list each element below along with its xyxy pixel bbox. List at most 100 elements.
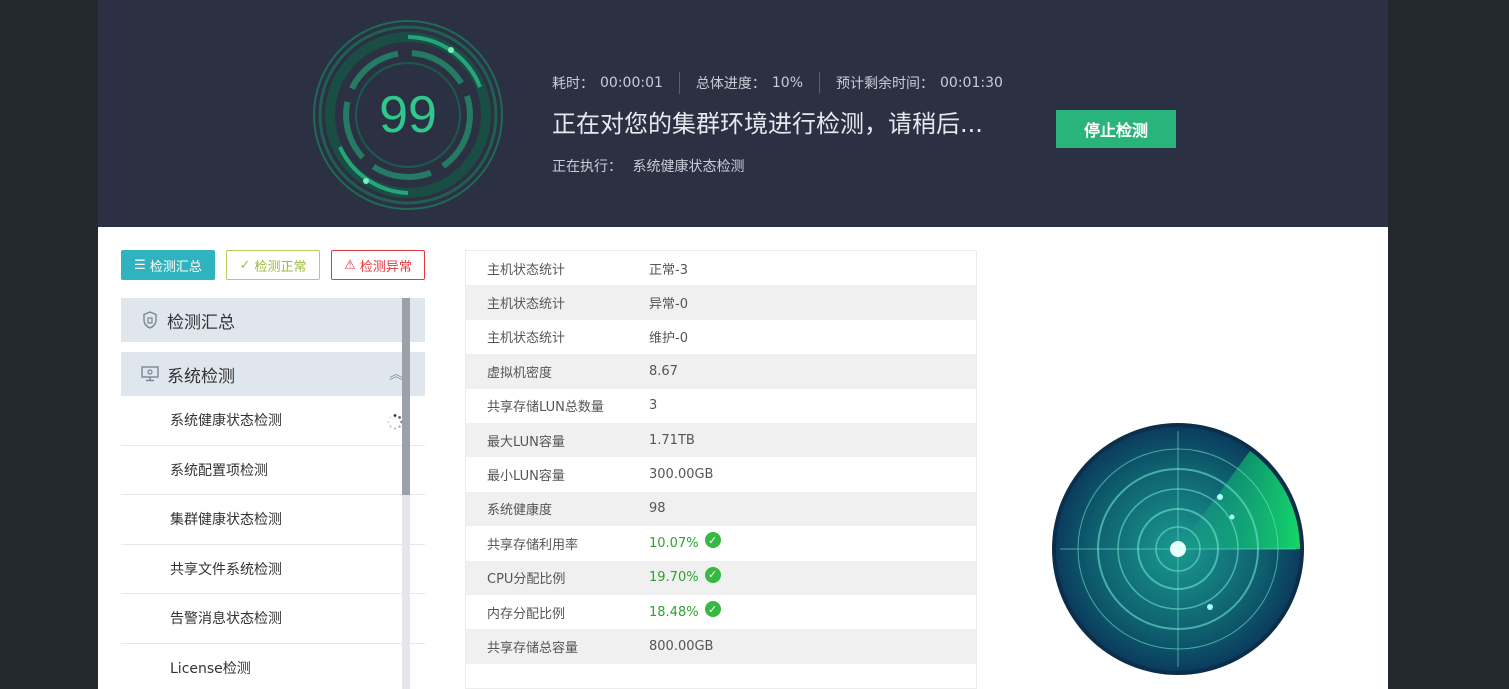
table-row: 主机状态统计 维护-0 — [466, 320, 976, 354]
row-label: 共享存储利用率 — [487, 537, 579, 553]
table-row: 主机状态统计 异常-0 — [466, 285, 976, 320]
check-circle-icon: ✓ — [239, 257, 251, 273]
nav-system[interactable]: 系统检测 ︽ — [121, 352, 425, 396]
row-label: CPU分配比例 — [487, 572, 566, 588]
row-value-text: 800.00GB — [649, 638, 714, 654]
remaining-value: 00:01:30 — [940, 75, 1003, 91]
row-label: 虚拟机密度 — [487, 365, 553, 381]
nav-item-license[interactable]: License检测 — [121, 644, 425, 689]
row-value-text: 维护-0 — [649, 331, 688, 347]
row-value-text: 300.00GB — [649, 467, 714, 483]
chevron-up-icon[interactable]: ︽ — [389, 364, 403, 384]
nav-item-alarm[interactable]: 告警消息状态检测 — [121, 594, 425, 644]
remaining-label: 预计剩余时间： — [836, 76, 935, 92]
progress-label: 总体进度： — [695, 76, 766, 92]
filter-summary-label: 检测汇总 — [149, 259, 202, 275]
row-label: 最大LUN容量 — [487, 434, 565, 450]
check-icon: ✓ — [704, 532, 721, 549]
row-value: 98 — [649, 501, 666, 516]
nav-item-label: 系统配置项检测 — [170, 462, 268, 479]
nav-item-filesystem[interactable]: 共享文件系统检测 — [121, 545, 425, 594]
row-label: 主机状态统计 — [487, 262, 566, 278]
row-value: 异常-0 — [649, 293, 688, 312]
shield-icon — [141, 311, 159, 329]
row-value-text: 98 — [649, 501, 666, 517]
filter-normal-label: 检测正常 — [254, 259, 307, 275]
elapsed-value: 00:00:01 — [600, 75, 663, 91]
table-row: 内存分配比例 18.48% ✓ — [466, 595, 976, 629]
running-status: 正在执行： 系统健康状态检测 — [552, 156, 744, 176]
row-value-text: 19.70% — [649, 570, 699, 586]
nav-item-cluster[interactable]: 集群健康状态检测 — [121, 495, 425, 545]
row-value: 10.07% ✓ — [649, 532, 721, 551]
nav-gap — [121, 342, 425, 352]
check-nav: 检测汇总 系统检测 ︽ 系统健康状态检测 系统配置项检测 集群健康状态检测 共享… — [121, 298, 425, 689]
stop-scan-button[interactable]: 停止检测 — [1056, 110, 1176, 148]
elapsed-label: 耗时： — [552, 76, 594, 92]
health-score: 99 — [379, 86, 437, 144]
nav-scrollbar-thumb[interactable] — [402, 298, 410, 495]
table-row: 系统健康度 98 — [466, 491, 976, 527]
list-icon: ☰ — [134, 257, 146, 273]
alert-bell-icon: ⚠ — [344, 257, 356, 273]
row-value-text: 18.48% — [649, 604, 699, 620]
row-label: 最小LUN容量 — [487, 469, 565, 485]
filter-abnormal-label: 检测异常 — [359, 259, 412, 275]
row-value-text: 异常-0 — [649, 297, 688, 313]
row-value: 19.70% ✓ — [649, 566, 721, 586]
nav-system-label: 系统检测 — [167, 366, 235, 387]
filter-normal-button[interactable]: ✓ 检测正常 — [226, 250, 320, 280]
row-value-text: 正常-3 — [649, 262, 688, 278]
scan-header: 99 耗时： 00:00:01 总体进度： 10% 预计剩余时间： 00:01:… — [98, 0, 1388, 227]
row-label: 共享存储总容量 — [487, 640, 579, 656]
table-row: 最小LUN容量 300.00GB — [466, 457, 976, 491]
row-value-text: 3 — [649, 398, 658, 414]
row-value: 800.00GB — [649, 639, 713, 654]
scan-title: 正在对您的集群环境进行检测，请稍后... — [552, 110, 983, 138]
app-window: 99 耗时： 00:00:01 总体进度： 10% 预计剩余时间： 00:01:… — [98, 0, 1388, 689]
row-label: 共享存储LUN总数量 — [487, 400, 604, 416]
progress-value: 10% — [771, 75, 804, 91]
row-value-text: 1.71TB — [649, 432, 695, 448]
table-row: 虚拟机密度 8.67 — [466, 354, 976, 389]
row-value: 8.67 — [649, 364, 678, 379]
table-row: 最大LUN容量 1.71TB — [466, 422, 976, 458]
filter-abnormal-button[interactable]: ⚠ 检测异常 — [331, 250, 425, 280]
row-value: 300.00GB — [649, 467, 713, 482]
row-value: 3 — [649, 398, 657, 413]
scan-meta: 耗时： 00:00:01 总体进度： 10% 预计剩余时间： 00:01:30 — [552, 72, 1003, 94]
check-icon: ✓ — [704, 601, 721, 618]
table-row: 主机状态统计 正常-3 — [466, 251, 976, 285]
nav-item-health[interactable]: 系统健康状态检测 — [121, 396, 425, 446]
row-label: 主机状态统计 — [487, 331, 566, 347]
row-value: 维护-0 — [649, 327, 688, 346]
row-label: 内存分配比例 — [487, 606, 566, 622]
nav-item-label: 系统健康状态检测 — [170, 413, 282, 430]
nav-summary-label: 检测汇总 — [167, 312, 235, 333]
nav-item-label: 共享文件系统检测 — [170, 561, 282, 578]
nav-item-label: 集群健康状态检测 — [170, 512, 282, 529]
nav-item-config[interactable]: 系统配置项检测 — [121, 446, 425, 495]
nav-summary[interactable]: 检测汇总 — [121, 298, 425, 342]
filter-summary-button[interactable]: ☰ 检测汇总 — [121, 250, 215, 280]
row-value: 18.48% ✓ — [649, 601, 721, 620]
check-icon: ✓ — [704, 566, 721, 583]
row-label: 主机状态统计 — [487, 297, 566, 313]
row-value-text: 8.67 — [649, 363, 678, 379]
radar-scan-icon — [1052, 423, 1304, 675]
table-row: CPU分配比例 19.70% ✓ — [466, 560, 976, 595]
row-value: 正常-3 — [649, 259, 688, 278]
divider — [819, 72, 821, 94]
row-value: 1.71TB — [649, 433, 695, 448]
row-value-text: 10.07% — [649, 535, 699, 551]
loading-spinner-icon — [387, 414, 403, 430]
nav-item-label: 告警消息状态检测 — [170, 611, 282, 628]
divider — [678, 72, 680, 94]
table-row: 共享存储总容量 800.00GB — [466, 629, 976, 664]
monitor-icon — [141, 365, 159, 383]
result-table: 主机状态统计 正常-3 主机状态统计 异常-0 主机状态统计 维护-0 虚拟机密度 8.67 共… — [465, 250, 977, 689]
nav-scrollbar[interactable] — [402, 298, 410, 689]
running-label: 正在执行： — [552, 159, 622, 175]
nav-item-label: License检测 — [170, 660, 251, 677]
table-row: 共享存储LUN总数量 3 — [466, 389, 976, 423]
